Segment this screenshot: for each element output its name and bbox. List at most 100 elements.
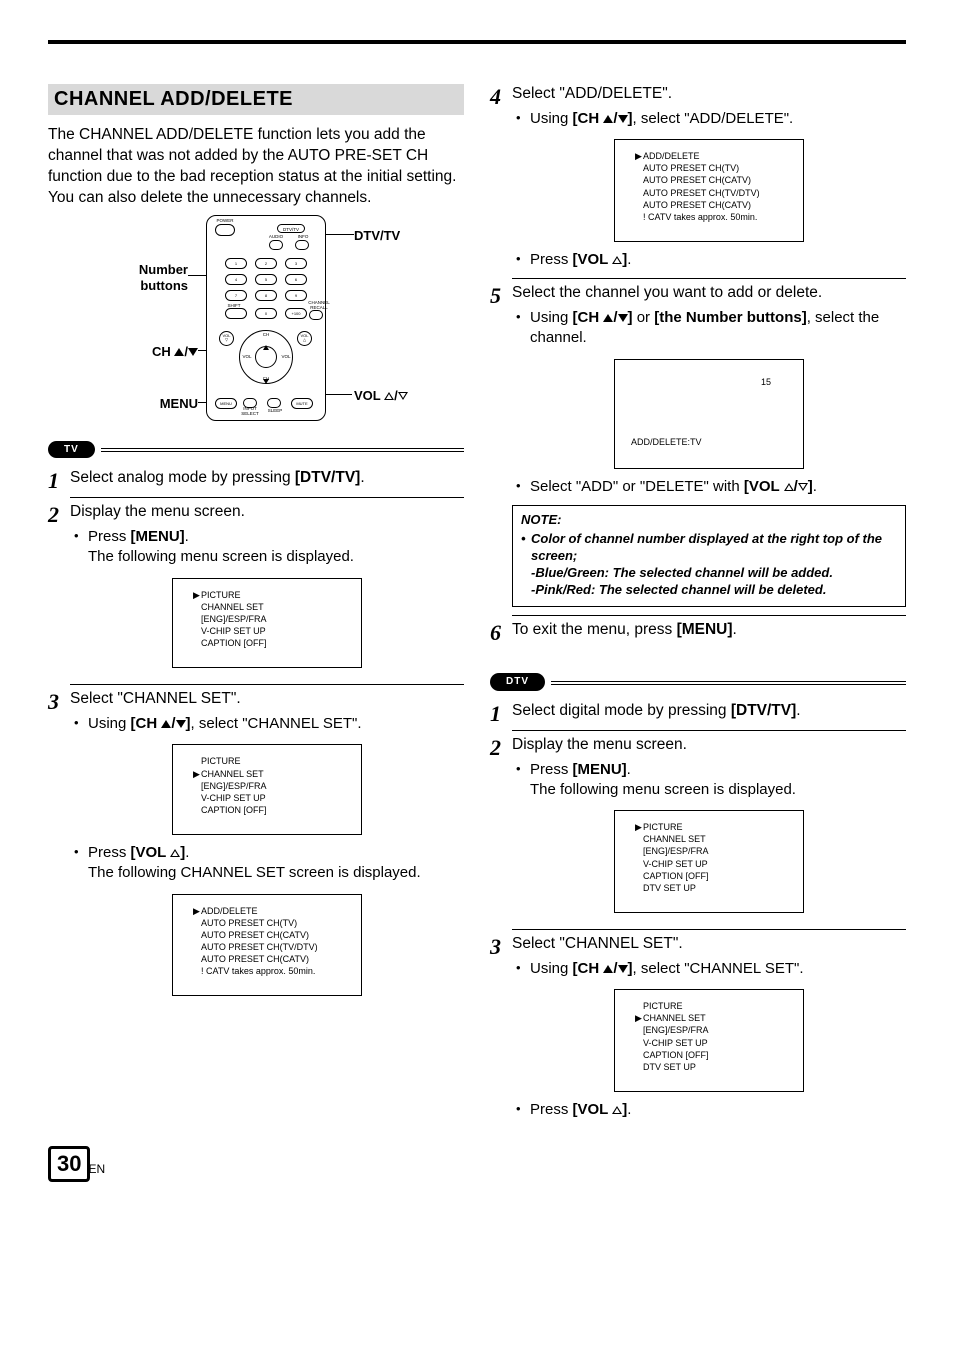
triangle-down-outline-icon <box>398 392 408 400</box>
triangle-down-icon <box>618 314 628 322</box>
osd-menu-item-text: AUTO PRESET CH(CATV) <box>201 953 309 965</box>
bold: [VOL ] <box>131 844 186 861</box>
bold: [CH /] <box>131 715 191 732</box>
t: Press <box>530 761 573 778</box>
key-6: 6 <box>285 274 307 285</box>
label-ch: CH / <box>118 343 198 361</box>
dtv-tag-row: DTV <box>490 673 906 691</box>
bullet-icon: • <box>516 959 530 979</box>
sub-text: Using [CH /], select "CHANNEL SET". <box>530 959 906 979</box>
step-text: Display the menu screen. <box>70 503 245 520</box>
input-button <box>243 398 257 408</box>
bullet-icon: • <box>516 477 530 497</box>
triangle-down-outline-icon <box>798 483 808 491</box>
step-number: 1 <box>48 468 70 492</box>
left-column: CHANNEL ADD/DELETE The CHANNEL ADD/DELET… <box>48 84 464 1124</box>
sub-text: Press [VOL ]. The following CHANNEL SET … <box>88 843 464 884</box>
triangle-up-outline-icon <box>170 849 180 857</box>
tv-step-1: 1 Select analog mode by pressing [DTV/TV… <box>48 468 464 498</box>
triangle-up-outline-icon <box>784 483 794 491</box>
sub-text: Using [CH /], select "ADD/DELETE". <box>530 109 906 129</box>
sub-text: Using [CH /] or [the Number buttons], se… <box>530 308 906 349</box>
up-icon <box>263 345 269 350</box>
tiny-label: CH <box>259 332 273 337</box>
sub-text: Select "ADD" or "DELETE" with [VOL /]. <box>530 477 906 497</box>
step-text: Select "CHANNEL SET". <box>512 935 683 952</box>
osd-menu-item-text: AUTO PRESET CH(TV/DTV) <box>643 187 760 199</box>
osd-menu-item: CHANNEL SET <box>193 601 351 613</box>
cursor-icon: ▶ <box>635 1012 643 1024</box>
osd-menu-item-text: PICTURE <box>643 821 683 833</box>
osd-menu-item-text: CHANNEL SET <box>643 833 706 845</box>
osd-menu-dtv-1: ▶PICTURECHANNEL SET[ENG]/ESP/FRAV-CHIP S… <box>614 810 804 913</box>
audio-button <box>269 240 283 250</box>
osd-menu-item: V-CHIP SET UP <box>635 858 793 870</box>
osd-menu-item-text: V-CHIP SET UP <box>643 1037 708 1049</box>
osd-menu-3: ▶ADD/DELETEAUTO PRESET CH(TV)AUTO PRESET… <box>172 894 362 997</box>
note-line: Color of channel number displayed at the… <box>531 531 897 565</box>
osd-menu-item: [ENG]/ESP/FRA <box>635 845 793 857</box>
osd-menu-item-text: CAPTION [OFF] <box>201 637 267 649</box>
step-number: 1 <box>490 701 512 725</box>
step-text: Select "CHANNEL SET". <box>70 690 241 707</box>
t: Select analog mode by pressing <box>70 469 295 486</box>
osd-menu-item-text: V-CHIP SET UP <box>643 858 708 870</box>
step-text: To exit the menu, press [MENU]. <box>512 621 737 638</box>
bold: [MENU] <box>573 761 627 778</box>
osd-menu-item-text: AUTO PRESET CH(CATV) <box>201 929 309 941</box>
sub-text: Press [MENU]. The following menu screen … <box>530 760 906 801</box>
bullet-icon: • <box>74 527 88 568</box>
bold: [VOL ] <box>573 251 628 268</box>
dtv-step-3: 3 Select "CHANNEL SET". • Using [CH /], … <box>490 934 906 1124</box>
osd-menu-item-text: [ENG]/ESP/FRA <box>643 1024 709 1036</box>
osd-menu-item: DTV SET UP <box>635 1061 793 1073</box>
dtvtv-button: DTV/TV <box>277 224 305 233</box>
power-button <box>215 224 235 236</box>
cursor-icon: ▶ <box>635 150 643 162</box>
menu-button: MENU <box>215 398 237 409</box>
tiny-label: POWER <box>213 218 237 223</box>
step-text: Display the menu screen. <box>512 736 687 753</box>
page-number-value: 30 <box>48 1146 90 1182</box>
osd-menu-item-text: CHANNEL SET <box>201 768 264 780</box>
note-title: NOTE: <box>521 512 897 529</box>
osd-menu-item: AUTO PRESET CH(CATV) <box>635 199 793 211</box>
t: MUTE <box>296 401 307 406</box>
tv-step-4: 4 Select "ADD/DELETE". • Using [CH /], s… <box>490 84 906 279</box>
vol-up: VOL△ <box>297 331 312 346</box>
osd-menu-item: ▶PICTURE <box>193 589 351 601</box>
osd-menu-item-text: DTV SET UP <box>643 1061 696 1073</box>
t: The following CHANNEL SET screen is disp… <box>88 864 421 881</box>
bold: [VOL ] <box>573 1101 628 1118</box>
osd-menu-item: ! CATV takes approx. 50min. <box>635 211 793 223</box>
t: VOL <box>300 333 308 338</box>
t: 4 <box>235 277 237 282</box>
osd-menu-item-text: ! CATV takes approx. 50min. <box>201 965 315 977</box>
tiny-label: CH <box>259 376 273 381</box>
t: Using <box>530 110 573 127</box>
triangle-down-icon <box>618 115 628 123</box>
osd-menu-item: PICTURE <box>193 755 351 767</box>
t: Select digital mode by pressing <box>512 702 731 719</box>
step-number: 3 <box>490 934 512 958</box>
osd-menu-item-text: ADD/DELETE <box>201 905 258 917</box>
t: Press <box>88 844 131 861</box>
sub-text: Press [MENU]. The following menu screen … <box>88 527 464 568</box>
osd-menu-item: AUTO PRESET CH(TV/DTV) <box>193 941 351 953</box>
osd-menu-item-text: CAPTION [OFF] <box>643 870 709 882</box>
label-vol-text: VOL <box>354 388 384 403</box>
triangle-up-icon <box>603 965 613 973</box>
osd-menu-item: ▶ADD/DELETE <box>193 905 351 917</box>
label-number-buttons-2: buttons <box>106 277 188 295</box>
osd-menu-item-text: CAPTION [OFF] <box>201 804 267 816</box>
tv-tag-row: TV <box>48 441 464 459</box>
t: MENU <box>220 401 232 406</box>
t: The following menu screen is displayed. <box>88 548 354 565</box>
bold: [CH /] <box>573 309 633 326</box>
t: +100 <box>291 311 300 316</box>
t: . <box>733 621 737 638</box>
key-8: 8 <box>255 290 277 301</box>
t: . <box>627 1101 631 1118</box>
osd-menu-item-text: PICTURE <box>643 1000 683 1012</box>
t: To exit the menu, press <box>512 621 677 638</box>
